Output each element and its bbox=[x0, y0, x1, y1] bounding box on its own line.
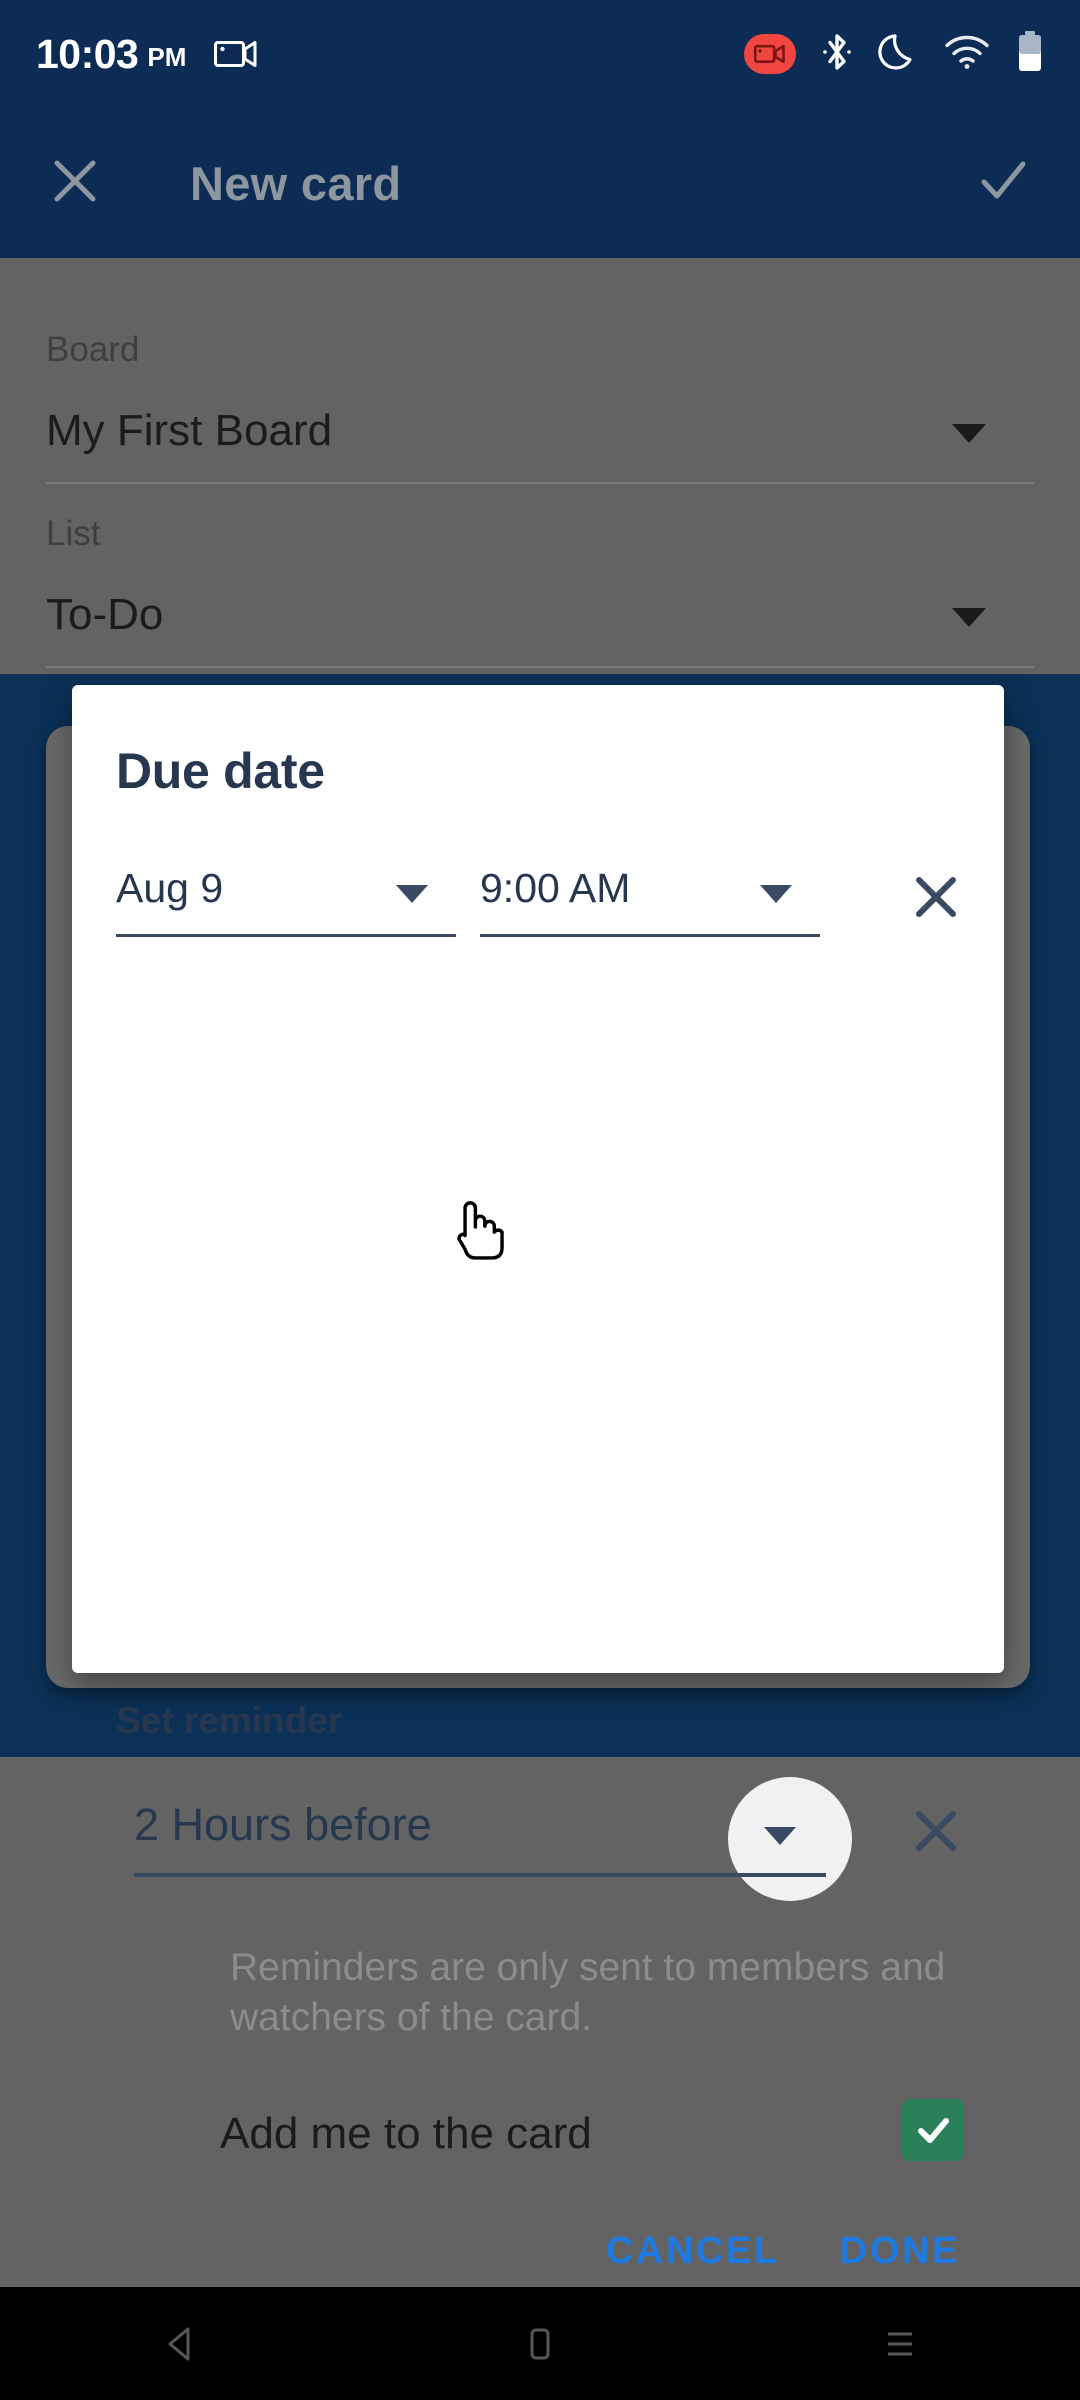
chevron-down-icon bbox=[952, 608, 986, 627]
page-title: New card bbox=[190, 156, 402, 210]
due-date-dropdown[interactable]: Aug 9 bbox=[116, 865, 456, 937]
done-button[interactable]: DONE bbox=[840, 2230, 960, 2273]
status-bar-icons bbox=[744, 30, 1044, 79]
chevron-down-icon bbox=[396, 885, 428, 903]
clear-reminder-button[interactable] bbox=[908, 1803, 964, 1859]
board-field-underline bbox=[46, 482, 1034, 484]
list-field-value: To-Do bbox=[46, 590, 164, 639]
wifi-icon bbox=[944, 34, 990, 75]
due-date-dialog: Due date Aug 9 9:00 AM Set reminder 2 Ho… bbox=[72, 685, 1004, 2272]
list-field[interactable]: To-Do bbox=[46, 590, 1034, 640]
due-date-value: Aug 9 bbox=[116, 865, 224, 911]
add-me-to-card-label: Add me to the card bbox=[220, 2109, 592, 2158]
chevron-down-icon bbox=[760, 885, 792, 903]
add-me-to-card-row[interactable]: Add me to the card bbox=[116, 2099, 964, 2183]
app-bar: New card bbox=[0, 108, 1080, 258]
dimmed-form-area: Board My First Board List To-Do bbox=[0, 258, 1080, 674]
checkmark-icon bbox=[918, 2118, 949, 2143]
add-me-to-card-checkbox[interactable] bbox=[902, 2099, 964, 2161]
list-field-underline bbox=[46, 666, 1034, 668]
chevron-down-icon bbox=[764, 1827, 796, 1845]
chevron-down-icon bbox=[952, 424, 986, 443]
bluetooth-icon bbox=[822, 31, 852, 78]
dialog-title: Due date bbox=[116, 743, 325, 799]
phone-screen: 10:03 PM New card Board My First Board L… bbox=[0, 0, 1080, 2400]
due-date-row: Aug 9 9:00 AM bbox=[116, 865, 960, 963]
reminder-dropdown[interactable]: 2 Hours before bbox=[134, 1801, 826, 1877]
dialog-actions: CANCEL DONE bbox=[606, 2230, 960, 2273]
status-bar: 10:03 PM bbox=[0, 0, 1080, 108]
due-time-value: 9:00 AM bbox=[480, 865, 631, 911]
board-field-value: My First Board bbox=[46, 406, 333, 455]
battery-icon bbox=[1016, 30, 1044, 79]
reminder-value: 2 Hours before bbox=[134, 1799, 432, 1850]
due-time-dropdown[interactable]: 9:00 AM bbox=[480, 865, 820, 937]
list-field-label-row: List bbox=[46, 514, 1034, 554]
reminder-helper-text: Reminders are only sent to members and w… bbox=[230, 1946, 946, 2039]
set-reminder-label: Set reminder bbox=[116, 1700, 343, 1741]
status-bar-clock: 10:03 bbox=[36, 30, 139, 77]
recents-menu-icon[interactable] bbox=[840, 2287, 960, 2400]
android-navigation-bar bbox=[0, 2287, 1080, 2400]
close-icon[interactable] bbox=[48, 154, 102, 213]
clear-due-date-button[interactable] bbox=[908, 869, 964, 925]
board-field-label-row: Board bbox=[46, 330, 1034, 370]
check-icon[interactable] bbox=[974, 152, 1032, 215]
board-field[interactable]: My First Board bbox=[46, 406, 1034, 456]
list-field-label: List bbox=[46, 514, 101, 553]
screen-record-camcorder-icon bbox=[214, 38, 258, 70]
board-field-label: Board bbox=[46, 330, 140, 369]
do-not-disturb-moon-icon bbox=[878, 31, 918, 78]
status-bar-ampm: PM bbox=[147, 42, 187, 72]
cancel-button[interactable]: CANCEL bbox=[606, 2230, 780, 2273]
back-triangle-icon[interactable] bbox=[120, 2287, 240, 2400]
screen-record-badge-icon bbox=[744, 34, 796, 74]
home-square-icon[interactable] bbox=[480, 2287, 600, 2400]
reminder-row: 2 Hours before bbox=[116, 1777, 960, 1911]
